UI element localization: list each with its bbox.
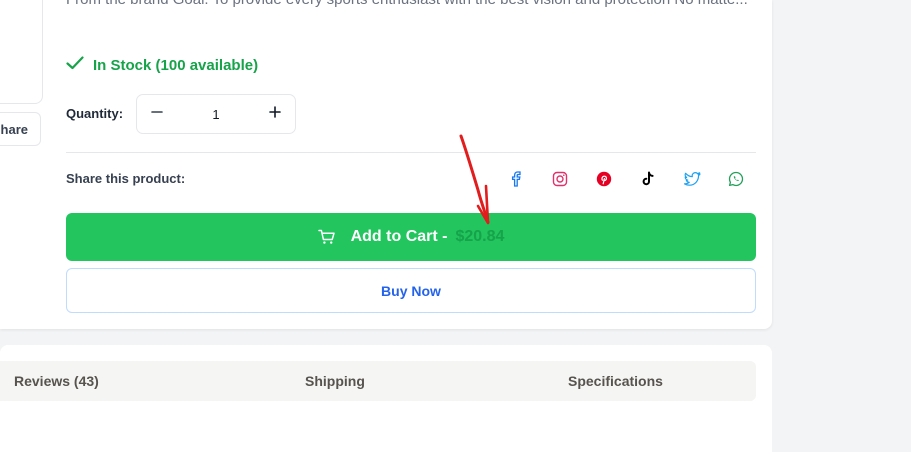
decrease-quantity-button[interactable] (137, 95, 177, 133)
plus-icon (268, 105, 282, 124)
product-info-card: hare From the brand Goal. To provide eve… (0, 0, 772, 329)
twitter-icon[interactable] (683, 170, 701, 188)
product-image-frame (0, 0, 43, 104)
check-icon (66, 56, 84, 74)
pinterest-icon[interactable] (595, 170, 613, 188)
cart-icon (317, 229, 336, 245)
quantity-label: Quantity: (66, 106, 124, 121)
buy-now-button[interactable]: Buy Now (66, 268, 756, 313)
quantity-value[interactable]: 1 (212, 107, 219, 122)
product-description: From the brand Goal. To provide every sp… (66, 0, 756, 13)
stock-text: In Stock (100 available) (93, 56, 259, 74)
tab-shipping[interactable]: Shipping (305, 373, 365, 389)
minus-icon (150, 105, 164, 124)
whatsapp-icon[interactable] (727, 170, 745, 188)
add-to-cart-button[interactable]: Add to Cart - $20.84 (66, 213, 756, 261)
divider (66, 152, 756, 153)
tab-specifications[interactable]: Specifications (568, 373, 663, 389)
share-label: Share this product: (66, 171, 186, 186)
tab-reviews[interactable]: Reviews (43) (14, 373, 99, 389)
add-to-cart-label: Add to Cart - (350, 228, 448, 245)
cart-price: $20.84 (455, 228, 505, 245)
side-share-button[interactable]: hare (0, 112, 41, 146)
product-tabs: Reviews (43) Shipping Specifications (0, 361, 756, 401)
facebook-icon[interactable] (507, 170, 525, 188)
instagram-icon[interactable] (551, 170, 569, 188)
tiktok-icon[interactable] (639, 170, 657, 188)
stock-status: In Stock (100 available) (66, 56, 258, 74)
increase-quantity-button[interactable] (255, 95, 295, 133)
quantity-stepper: 1 (136, 94, 296, 134)
